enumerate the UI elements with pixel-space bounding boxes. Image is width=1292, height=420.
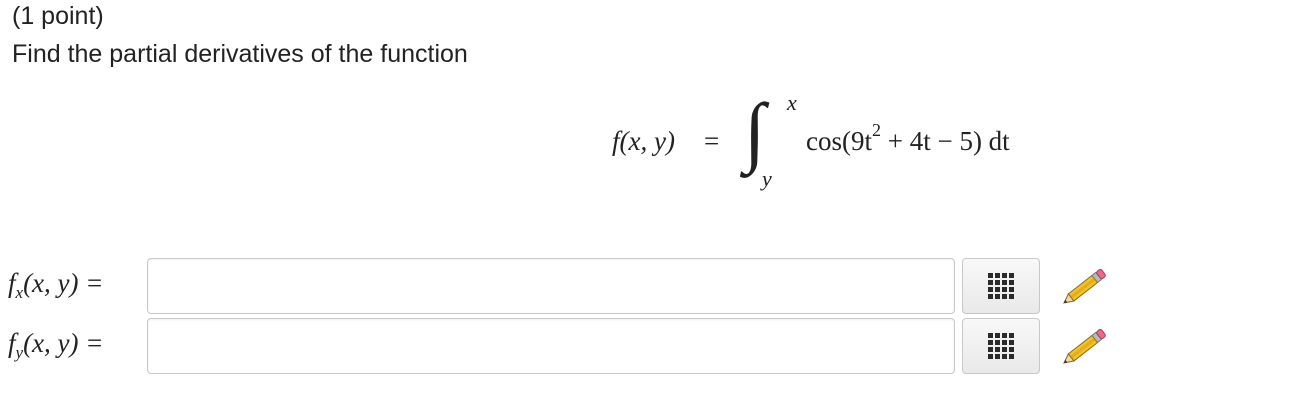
fy-label: fy(x, y) = [8, 328, 104, 362]
integrand-post: + 4t − 5) dt [880, 126, 1010, 156]
integrand: cos(9t2 + 4t − 5) dt [806, 121, 1010, 157]
fy-equation-editor-button[interactable] [962, 318, 1040, 374]
fx-answer-field[interactable] [147, 258, 955, 314]
fy-subscript: y [15, 343, 24, 362]
problem-instruction: Find the partial derivatives of the func… [12, 40, 468, 68]
formula-equals: = [704, 126, 720, 156]
integrand-exponent: 2 [871, 120, 881, 140]
fx-args: (x, y) = [23, 268, 104, 298]
fx-label: fx(x, y) = [8, 268, 104, 302]
integral-upper-limit: x [787, 90, 797, 115]
grid-icon [988, 273, 1014, 299]
integral-lower-limit: y [762, 166, 772, 191]
answer-row-fx: fx(x, y) = [0, 258, 1292, 316]
pencil-icon[interactable] [1056, 324, 1112, 372]
integrand-pre: cos(9t [806, 126, 872, 156]
fy-answer-input[interactable] [148, 319, 954, 373]
fy-answer-field[interactable] [147, 318, 955, 374]
fx-answer-input[interactable] [148, 259, 954, 313]
fy-args: (x, y) = [23, 328, 104, 358]
fx-subscript: x [15, 283, 24, 302]
problem-points: (1 point) [12, 2, 104, 30]
formula-lhs: f(x, y) [612, 126, 675, 156]
function-formula: f(x, y) = ∫ x y cos(9t2 + 4t − 5) dt [612, 90, 1092, 200]
integral-sign: ∫ [744, 87, 766, 174]
answer-row-fy: fy(x, y) = [0, 318, 1292, 376]
fx-equation-editor-button[interactable] [962, 258, 1040, 314]
fy-func: f [8, 328, 16, 358]
fx-func: f [8, 268, 16, 298]
pencil-icon[interactable] [1056, 264, 1112, 312]
grid-icon [988, 333, 1014, 359]
